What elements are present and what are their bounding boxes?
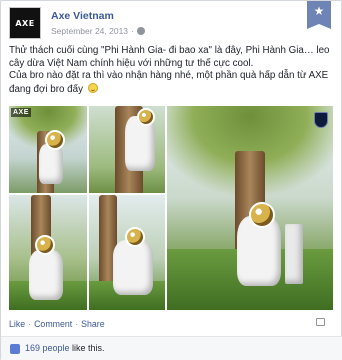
astronaut-photo-3[interactable] [167,106,333,310]
post-meta: September 24, 2013 · [51,26,145,36]
photo-grid: AXE [9,106,333,310]
likes-suffix: like this. [69,343,105,353]
page-name-link[interactable]: Axe Vietnam [51,10,114,22]
action-separator: · [75,319,79,329]
axe-watermark-label: AXE [11,108,31,117]
action-separator: · [28,319,32,329]
badge-icon [314,112,328,128]
likes-bar: 169 people like this. [1,336,342,360]
likes-count-link[interactable]: 169 people [25,343,70,353]
post-text-line-2-content: Của bro nào đặt ra thì vào nhận hàng nhé… [9,70,329,95]
comment-link[interactable]: Comment [34,319,72,329]
post-header: AXE Axe Vietnam September 24, 2013 · [9,7,309,39]
star-icon[interactable]: ★ [307,1,331,29]
date-separator: · [131,26,134,36]
astronaut-photo-5[interactable] [89,195,165,310]
post-date[interactable]: September 24, 2013 [51,26,128,36]
globe-icon [136,27,145,35]
avatar-logo-text: AXE [15,18,35,28]
post-text-line-1: Thử thách cuối cùng "Phi Hành Gia- đi ba… [9,45,330,69]
share-link[interactable]: Share [81,319,104,329]
like-thumb-icon [10,344,20,354]
smile-icon [87,82,98,93]
post-text: Thử thách cuối cùng "Phi Hành Gia- đi ba… [9,45,333,96]
avatar[interactable]: AXE [9,7,41,39]
likes-summary: 169 people like this. [25,343,105,353]
astronaut-photo-4[interactable] [9,195,87,310]
comment-bubble-icon[interactable] [316,318,325,326]
post-actions: Like · Comment · Share [9,319,105,329]
facebook-post: AXE Axe Vietnam September 24, 2013 · ★ T… [0,0,342,360]
astronaut-photo-2[interactable] [89,106,165,193]
like-link[interactable]: Like [9,319,25,329]
astronaut-photo-1[interactable]: AXE [9,106,87,193]
post-text-line-2: Của bro nào đặt ra thì vào nhận hàng nhé… [9,70,333,96]
